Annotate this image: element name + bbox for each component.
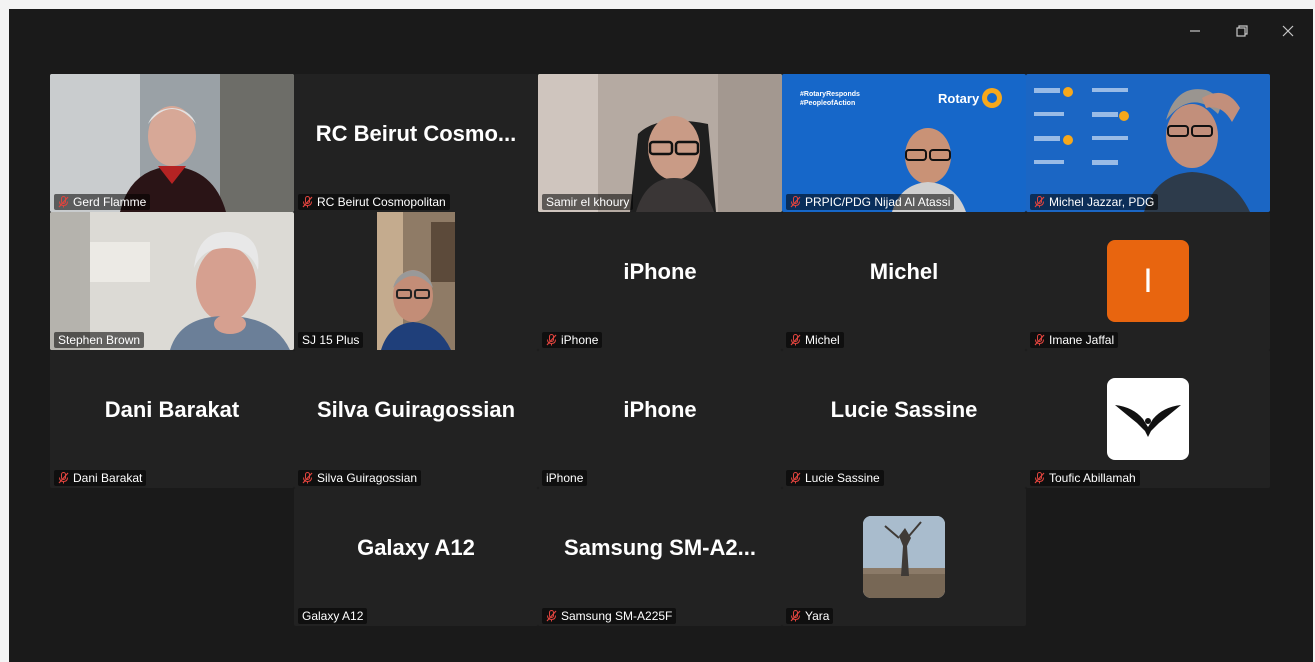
participant-video (538, 74, 782, 212)
participant-name: iPhone (546, 471, 584, 485)
participant-name: Samsung SM-A225F (561, 609, 673, 623)
close-icon (1282, 25, 1294, 37)
muted-mic-icon (1034, 196, 1045, 208)
muted-mic-icon (302, 472, 313, 484)
participant-video (1026, 74, 1270, 212)
participant-name: Silva Guiragossian (317, 471, 418, 485)
avatar (863, 516, 945, 598)
participant-name-label: RC Beirut Cosmopolitan (298, 194, 450, 210)
statue-photo (863, 516, 945, 598)
participant-tile-dani-barakat[interactable]: Dani Barakat Dani Barakat (50, 350, 294, 488)
participant-display-name: Galaxy A12 (357, 535, 475, 560)
muted-mic-icon (302, 196, 313, 208)
participant-name: Samir el khoury (546, 195, 630, 209)
participant-display-name: Dani Barakat (104, 397, 240, 422)
participant-display-name: iPhone (623, 397, 697, 422)
participant-display-name: Lucie Sassine (830, 397, 978, 422)
restore-icon (1236, 25, 1248, 37)
participant-tile-sj-15-plus[interactable]: SJ 15 Plus (294, 212, 538, 350)
participant-name: RC Beirut Cosmopolitan (317, 195, 446, 209)
participant-tile-nijad-al-atassi[interactable]: #RotaryResponds #PeopleofAction Rotary P… (782, 74, 1026, 212)
muted-mic-icon (790, 610, 801, 622)
participant-video (377, 212, 455, 350)
participant-tile-michel[interactable]: Michel Michel (782, 212, 1026, 350)
participant-tile-galaxy-a12[interactable]: Galaxy A12 Galaxy A12 (294, 488, 538, 626)
participant-display-name: Michel (869, 259, 939, 284)
participant-name-label: Toufic Abillamah (1030, 470, 1140, 486)
participant-tile-rc-beirut[interactable]: RC Beirut Cosmo... RC Beirut Cosmopolita… (294, 74, 538, 212)
participant-name: Michel Jazzar, PDG (1049, 195, 1155, 209)
participant-name-label: Michel Jazzar, PDG (1030, 194, 1159, 210)
participant-display-name: iPhone (623, 259, 697, 284)
minimize-button[interactable] (1178, 18, 1212, 44)
participant-tile-yara[interactable]: Yara (782, 488, 1026, 626)
participant-name-label: Galaxy A12 (298, 608, 368, 624)
participant-name: SJ 15 Plus (302, 333, 360, 347)
participant-tile-iphone-2[interactable]: iPhone iPhone (538, 350, 782, 488)
muted-mic-icon (790, 334, 801, 346)
participant-name: Toufic Abillamah (1049, 471, 1136, 485)
minimize-icon (1190, 30, 1200, 32)
restore-button[interactable] (1225, 18, 1259, 44)
participant-name: Stephen Brown (58, 333, 141, 347)
muted-mic-icon (546, 334, 557, 346)
participant-name-label: Yara (786, 608, 834, 624)
participant-name: Galaxy A12 (302, 609, 364, 623)
participant-video (50, 212, 294, 350)
participant-name-label: Michel (786, 332, 844, 348)
muted-mic-icon (1034, 472, 1045, 484)
participant-name-label: Lucie Sassine (786, 470, 884, 486)
participant-name: Yara (805, 609, 830, 623)
participant-tile-silva-guiragossian[interactable]: Silva Guiragossian Silva Guiragossian (294, 350, 538, 488)
participant-name-label: Dani Barakat (54, 470, 147, 486)
participant-name: Lucie Sassine (805, 471, 880, 485)
participant-name: Dani Barakat (73, 471, 143, 485)
eagle-icon (1115, 405, 1181, 437)
participant-name: PRPIC/PDG Nijad Al Atassi (805, 195, 951, 209)
participant-name-label: SJ 15 Plus (298, 332, 364, 348)
avatar (1107, 378, 1189, 460)
participant-tile-toufic-abillamah[interactable]: Toufic Abillamah (1026, 350, 1270, 488)
participant-name-label: iPhone (542, 470, 588, 486)
rotary-logo: Rotary (938, 91, 980, 106)
muted-mic-icon (58, 472, 69, 484)
avatar: I (1107, 240, 1189, 322)
participant-name: Gerd Flamme (73, 195, 147, 209)
participant-tile-samsung-sm-a225f[interactable]: Samsung SM-A2... Samsung SM-A225F (538, 488, 782, 626)
participant-name: iPhone (561, 333, 599, 347)
participant-tile-lucie-sassine[interactable]: Lucie Sassine Lucie Sassine (782, 350, 1026, 488)
participant-name-label: PRPIC/PDG Nijad Al Atassi (786, 194, 955, 210)
participant-tile-imane-jaffal[interactable]: I Imane Jaffal (1026, 212, 1270, 350)
participant-name-label: Stephen Brown (54, 332, 145, 348)
participant-name-label: iPhone (542, 332, 603, 348)
meeting-window: Gerd Flamme RC Beirut Cosmo... RC Beirut… (9, 9, 1313, 662)
participant-display-name: RC Beirut Cosmo... (315, 121, 517, 146)
participant-tile-gerd-flamme[interactable]: Gerd Flamme (50, 74, 294, 212)
participant-name-label: Imane Jaffal (1030, 332, 1119, 348)
participant-tile-iphone-1[interactable]: iPhone iPhone (538, 212, 782, 350)
muted-mic-icon (790, 196, 801, 208)
muted-mic-icon (546, 610, 557, 622)
participant-tile-michel-jazzar[interactable]: Michel Jazzar, PDG (1026, 74, 1270, 212)
participant-name-label: Samsung SM-A225F (542, 608, 677, 624)
muted-mic-icon (1034, 334, 1045, 346)
participant-name-label: Samir el khoury (542, 194, 634, 210)
participant-name: Imane Jaffal (1049, 333, 1115, 347)
banner-hashtags: #RotaryResponds #PeopleofAction (800, 91, 860, 107)
muted-mic-icon (58, 196, 69, 208)
participant-video (50, 74, 294, 212)
participant-tile-stephen-brown[interactable]: Stephen Brown (50, 212, 294, 350)
participant-name-label: Gerd Flamme (54, 194, 151, 210)
participant-name: Michel (805, 333, 840, 347)
muted-mic-icon (790, 472, 801, 484)
participant-display-name: Samsung SM-A2... (564, 535, 756, 560)
close-button[interactable] (1271, 18, 1305, 44)
participant-display-name: Silva Guiragossian (316, 397, 516, 422)
participant-name-label: Silva Guiragossian (298, 470, 422, 486)
participant-tile-samir-el-khoury[interactable]: Samir el khoury (538, 74, 782, 212)
